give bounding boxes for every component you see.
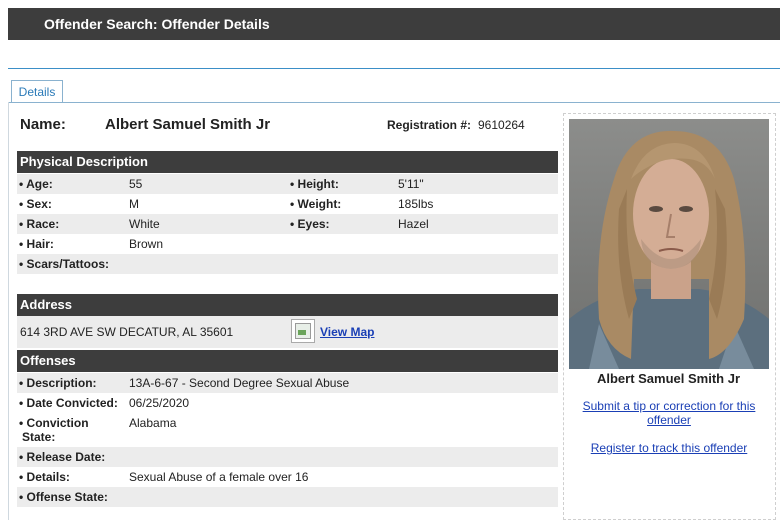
weight-value: 185lbs: [398, 197, 434, 211]
details-label: • Details:: [19, 470, 70, 484]
height-value: 5'11": [398, 177, 424, 191]
address-row: 614 3RD AVE SW DECATUR, AL 35601 View Ma…: [17, 316, 558, 348]
physical-row-race-eyes: • Race: White • Eyes: Hazel: [17, 214, 558, 234]
address-heading: Address: [17, 294, 558, 316]
offenses-heading: Offenses: [17, 350, 558, 372]
photo-caption: Albert Samuel Smith Jr: [596, 371, 741, 386]
physical-row-scars: • Scars/Tattoos:: [17, 254, 558, 274]
page-title: Offender Search: Offender Details: [44, 16, 270, 32]
description-label: • Description:: [19, 376, 97, 390]
offense-row-offense-state: • Offense State:: [17, 487, 558, 507]
name-label: Name:: [20, 116, 66, 133]
tab-divider: [8, 102, 780, 103]
conviction-state-label-line1: • Conviction: [19, 416, 89, 430]
offense-row-release-date: • Release Date:: [17, 447, 558, 467]
offense-row-details: • Details: Sexual Abuse of a female over…: [17, 467, 558, 487]
offense-row-description: • Description: 13A-6-67 - Second Degree …: [17, 373, 558, 393]
age-value: 55: [129, 177, 143, 191]
offense-row-date-convicted: • Date Convicted: 06/25/2020: [17, 393, 558, 413]
physical-row-sex-weight: • Sex: M • Weight: 185lbs: [17, 194, 558, 214]
sex-value: M: [129, 197, 139, 211]
scars-label: • Scars/Tattoos:: [19, 257, 109, 271]
sex-label: • Sex:: [19, 197, 52, 211]
details-value: Sexual Abuse of a female over 16: [129, 470, 309, 484]
race-value: White: [129, 217, 160, 231]
address-text: 614 3RD AVE SW DECATUR, AL 35601: [20, 325, 234, 339]
registration-number: 9610264: [478, 118, 525, 132]
hair-value: Brown: [129, 237, 164, 251]
date-convicted-value: 06/25/2020: [129, 396, 190, 410]
page-header: Offender Search: Offender Details: [8, 8, 780, 40]
release-date-label: • Release Date:: [19, 450, 106, 464]
conviction-state-label-line2: State:: [22, 430, 56, 444]
race-label: • Race:: [19, 217, 60, 231]
weight-label: • Weight:: [290, 197, 342, 211]
date-convicted-label: • Date Convicted:: [19, 396, 118, 410]
offense-row-conviction-state: • Conviction State: Alabama: [17, 413, 558, 447]
header-divider: [8, 68, 780, 69]
physical-row-hair: • Hair: Brown: [17, 234, 558, 254]
offender-name: Albert Samuel Smith Jr: [105, 116, 271, 133]
submit-tip-link[interactable]: Submit a tip or correction for this offe…: [574, 399, 764, 427]
hair-label: • Hair:: [19, 237, 54, 251]
physical-description-heading: Physical Description: [17, 151, 558, 173]
conviction-state-value: Alabama: [129, 416, 177, 430]
registration-label: Registration #:: [387, 118, 472, 132]
height-label: • Height:: [290, 177, 339, 191]
view-map-link[interactable]: View Map: [320, 325, 374, 339]
offender-photo: [569, 119, 769, 369]
offense-state-label: • Offense State:: [19, 490, 108, 504]
tab-details[interactable]: Details: [11, 80, 63, 102]
description-value: 13A-6-67 - Second Degree Sexual Abuse: [129, 376, 350, 390]
physical-row-age-height: • Age: 55 • Height: 5'11": [17, 174, 558, 194]
broken-image-icon: [295, 323, 311, 339]
register-track-link[interactable]: Register to track this offender: [574, 441, 764, 455]
age-label: • Age:: [19, 177, 53, 191]
submit-tip-link-line1[interactable]: Submit a tip or correction for this: [583, 399, 756, 413]
conviction-state-label: • Conviction State:: [19, 416, 89, 444]
submit-tip-link-line2[interactable]: offender: [647, 413, 691, 427]
content-border: [8, 102, 9, 520]
map-image[interactable]: [291, 319, 315, 343]
eyes-value: Hazel: [398, 217, 429, 231]
eyes-label: • Eyes:: [290, 217, 330, 231]
